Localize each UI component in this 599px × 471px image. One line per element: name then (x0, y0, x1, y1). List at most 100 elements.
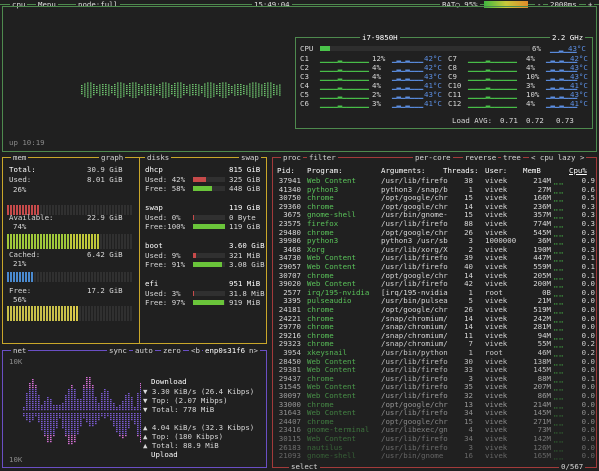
threads-cell: 16 (464, 451, 473, 461)
sort-selector[interactable]: < cpu lazy > (529, 153, 587, 162)
download-graph-dot (77, 399, 79, 401)
mem-graph-tab[interactable]: graph (99, 153, 126, 162)
cpu-graph-dot (147, 86, 149, 88)
download-graph-dot (65, 407, 67, 409)
core-temp-graph-icon: ▁▂▁▂▁▁▁ (392, 63, 424, 72)
proc-filter-button[interactable]: filter (307, 153, 338, 162)
meter-cell (64, 210, 66, 215)
pid-header[interactable]: Pid: (277, 166, 295, 175)
upload-graph-dot (140, 439, 141, 441)
user-header[interactable]: User: (485, 166, 507, 175)
proc-tab[interactable]: proc (281, 153, 303, 162)
cpu-graph-dot (105, 88, 107, 90)
download-graph-dot (35, 409, 37, 411)
process-panel: proc filter per-core reverse tree < cpu … (272, 153, 597, 471)
cpu-graph-dot (84, 89, 86, 91)
download-graph-dot (86, 377, 88, 379)
cpu-graph-dot (246, 85, 248, 87)
download-graph-dot (89, 397, 91, 399)
tree-toggle[interactable]: tree (501, 153, 523, 162)
download-graph-dot (140, 393, 141, 395)
disks-tab[interactable]: disks (145, 153, 172, 162)
arguments-header[interactable]: Arguments: (381, 166, 426, 175)
cpu-graph-dot (171, 91, 173, 93)
cpu-graph-dot (99, 84, 101, 86)
download-graph-dot (137, 393, 139, 395)
upload-graph-dot (44, 427, 46, 429)
cpu-graph-dot (183, 88, 185, 90)
net-sync-toggle[interactable]: sync (107, 346, 129, 355)
net-zero-toggle[interactable]: zero (161, 346, 183, 355)
disk-meter-fill (193, 291, 194, 296)
cpu-graph-dot (252, 94, 254, 96)
upload-graph-dot (47, 435, 49, 437)
mem-free-label: Free: (9, 286, 32, 295)
net-tab[interactable]: net (11, 346, 29, 355)
upload-graph-dot (65, 433, 67, 435)
cpu-graph-dot (252, 96, 254, 98)
upload-graph-dot (95, 423, 97, 425)
threads-header[interactable]: Threads: (443, 166, 479, 175)
cpu-graph-dot (171, 93, 173, 95)
download-graph-dot (50, 405, 52, 407)
select-button[interactable]: select (289, 462, 320, 471)
cpu-graph-dot (117, 92, 119, 94)
upload-graph-dot (134, 421, 136, 423)
cpu-frequency: 2.2 GHz (550, 33, 586, 42)
download-graph-dot (107, 403, 109, 405)
upload-graph-dot (62, 417, 64, 419)
net-auto-toggle[interactable]: auto (133, 346, 155, 355)
cpu-graph-dot (267, 96, 269, 98)
net-interface-next[interactable]: n> (247, 346, 260, 355)
download-graph-dot (137, 397, 139, 399)
upload-graph-dot (29, 419, 31, 421)
upload-graph-dot (140, 425, 141, 427)
upload-rate: ▲ 4.04 KiB/s (32.3 Kibps) (143, 423, 255, 432)
download-graph-dot (71, 391, 73, 393)
core-percent: 4% (526, 63, 535, 72)
meter-cell (100, 316, 102, 321)
cpu-graph-dot (84, 85, 86, 87)
upload-graph-dot (65, 425, 67, 427)
meter-cell (112, 277, 114, 282)
core-percent: 4% (372, 63, 381, 72)
upload-graph-dot (77, 421, 79, 423)
cpu-percent-header[interactable]: Cpu% (569, 166, 587, 175)
cpu-graph-dot (156, 92, 158, 94)
upload-graph-dot (89, 419, 91, 421)
upload-graph-dot (56, 417, 58, 419)
upload-graph-dot (65, 423, 67, 425)
swap-tab[interactable]: swap (239, 153, 261, 162)
meter-cell (31, 277, 33, 282)
cpu-graph-dot (237, 88, 239, 90)
upload-graph-dot (56, 421, 58, 423)
cpu-graph-dot (168, 93, 170, 95)
net-interface-prev[interactable]: <b (189, 346, 202, 355)
program-header[interactable]: Program: (307, 166, 343, 175)
cpu-graph-dot (162, 86, 164, 88)
cpu-graph-dot (276, 85, 278, 87)
cpu-graph-dot (225, 86, 227, 88)
cpu-graph-dot (162, 84, 164, 86)
meter-cell (67, 244, 69, 249)
cpu-graph-dot (132, 86, 134, 88)
meter-cell (10, 244, 12, 249)
disk-meter-fill (193, 262, 222, 267)
upload-graph-dot (131, 419, 133, 421)
per-core-toggle[interactable]: per-core (413, 153, 453, 162)
meter-cell (19, 277, 21, 282)
process-row[interactable]: 21093 gnome-shell/usr/bin/gnome 16 vivek 165… (277, 451, 595, 460)
download-graph-dot (74, 407, 76, 409)
upload-graph-dot (65, 427, 67, 429)
upload-graph-dot (65, 429, 67, 431)
upload-graph-dot (41, 427, 43, 429)
download-graph-dot (86, 407, 88, 409)
upload-graph-dot (77, 425, 79, 427)
core-graph-icon: ▁▁▁▁▂▁▁▁▁▁▁ (320, 81, 369, 90)
upload-graph-dot (107, 415, 109, 417)
download-graph-dot (44, 405, 46, 407)
reverse-toggle[interactable]: reverse (463, 153, 499, 162)
cpu-graph-dot (174, 93, 176, 95)
memb-header[interactable]: MemB (523, 166, 541, 175)
mem-tab[interactable]: mem (11, 153, 29, 162)
